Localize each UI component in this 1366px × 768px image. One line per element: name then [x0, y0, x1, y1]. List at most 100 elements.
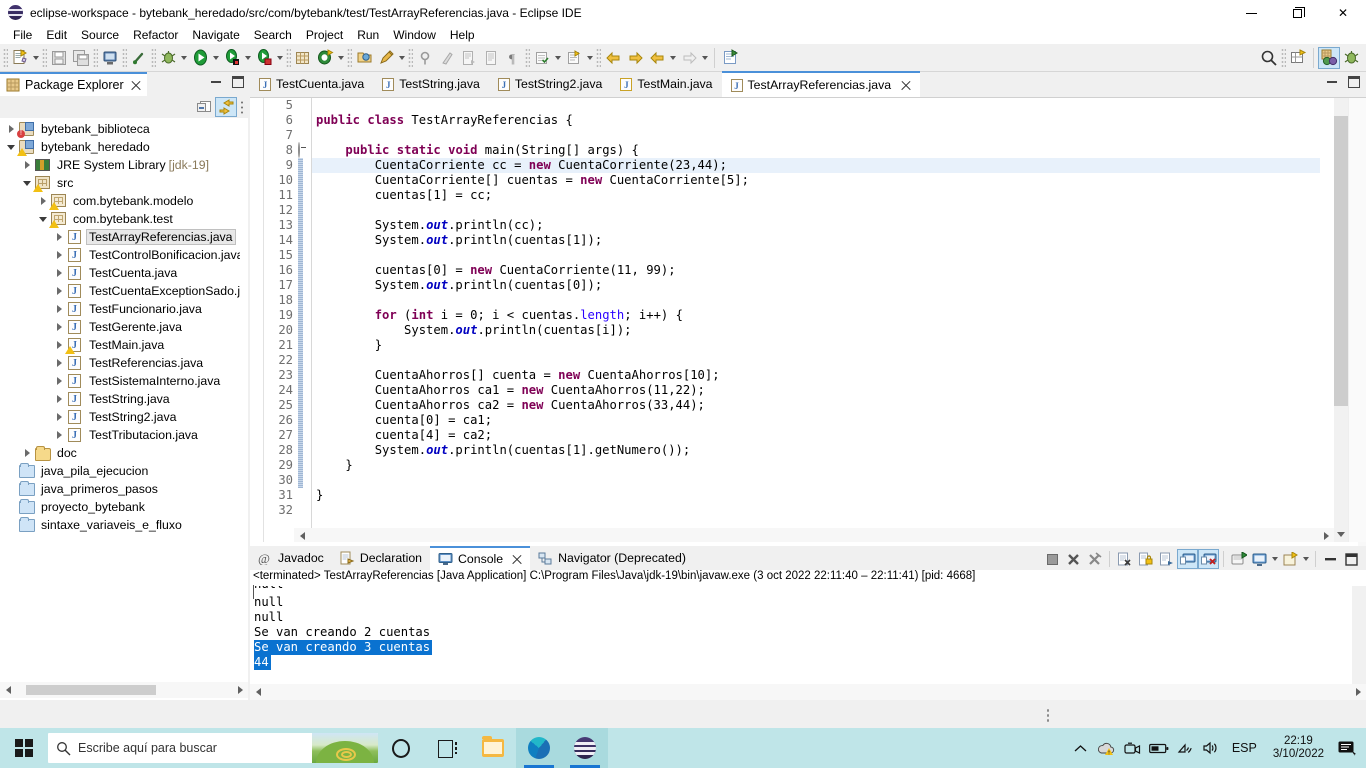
chevron-down-icon[interactable]: [4, 138, 18, 156]
editor-tab[interactable]: J TestArrayReferencias.java: [721, 71, 921, 97]
perspective-debug-icon[interactable]: [1340, 47, 1362, 69]
run-dropdown[interactable]: [211, 47, 221, 69]
menu-window[interactable]: Window: [386, 27, 443, 43]
code-line[interactable]: CuentaAhorros ca2 = new CuentaAhorros(33…: [312, 398, 1320, 413]
volume-icon[interactable]: [1198, 728, 1224, 768]
code-line[interactable]: [312, 503, 1320, 518]
tree-item[interactable]: J TestTributacion.java: [0, 426, 240, 444]
console-panel-tab[interactable]: Console: [430, 546, 531, 570]
cortana-icon[interactable]: [378, 728, 424, 768]
forward-icon[interactable]: [624, 47, 646, 69]
search-magnifier-icon[interactable]: [1258, 47, 1280, 69]
console-horizontal-scrollbar[interactable]: [250, 684, 1366, 700]
tree-item[interactable]: J TestCuenta.java: [0, 264, 240, 282]
new-perspective-icon[interactable]: [1287, 47, 1309, 69]
menu-search[interactable]: Search: [247, 27, 299, 43]
code-line[interactable]: System.out.println(cuentas[i]);: [312, 323, 1320, 338]
new-wizard-dropdown[interactable]: [31, 47, 41, 69]
console-panel-tab[interactable]: Navigator (Deprecated): [530, 546, 694, 570]
display-selected-console-icon-dropdown[interactable]: [1270, 557, 1280, 561]
collapse-all-icon[interactable]: [193, 97, 215, 117]
toolbar-drag-handle[interactable]: [3, 47, 8, 68]
code-line[interactable]: CuentaAhorros[] cuenta = new CuentaAhorr…: [312, 368, 1320, 383]
chevron-right-icon[interactable]: [52, 300, 66, 318]
panel-resize-grip[interactable]: [1046, 708, 1050, 722]
chevron-right-icon[interactable]: [52, 282, 66, 300]
editor-scroll-right-icon[interactable]: [1318, 528, 1334, 544]
console-panel-tab[interactable]: @ Javadoc: [250, 546, 332, 570]
close-icon[interactable]: [511, 554, 522, 565]
menu-navigate[interactable]: Navigate: [185, 27, 246, 43]
menu-project[interactable]: Project: [299, 27, 350, 43]
menu-run[interactable]: Run: [350, 27, 386, 43]
chevron-right-icon[interactable]: [4, 120, 18, 138]
chevron-right-icon[interactable]: [52, 228, 66, 246]
show-hidden-icons-icon[interactable]: [1068, 728, 1094, 768]
code-line[interactable]: cuenta[4] = ca2;: [312, 428, 1320, 443]
skip-breakpoints-icon[interactable]: [436, 47, 458, 69]
code-line[interactable]: [312, 473, 1320, 488]
code-line[interactable]: System.out.println(cc);: [312, 218, 1320, 233]
code-line[interactable]: [312, 98, 1320, 113]
console-line[interactable]: Se van creando 2 cuentas: [254, 625, 1352, 640]
show-console-on-error-icon[interactable]: [1198, 549, 1219, 569]
editor-tab[interactable]: J TestString2.java: [489, 71, 612, 97]
link-with-editor-icon[interactable]: [215, 97, 237, 117]
open-console-icon[interactable]: [1280, 549, 1301, 569]
tree-item[interactable]: com.bytebank.modelo: [0, 192, 240, 210]
console-line[interactable]: 44: [254, 655, 1352, 670]
tree-item[interactable]: J TestSistemaInterno.java: [0, 372, 240, 390]
console-scroll-left-icon[interactable]: [250, 684, 266, 700]
maximize-panel-icon[interactable]: [1341, 549, 1362, 569]
onedrive-warning-icon[interactable]: [1094, 728, 1120, 768]
code-line[interactable]: }: [312, 488, 1320, 503]
run-coverage-icon[interactable]: [221, 47, 243, 69]
next-annotation-icon[interactable]: [458, 47, 480, 69]
action-center-icon[interactable]: [1332, 728, 1362, 768]
code-line[interactable]: CuentaCorriente cc = new CuentaCorriente…: [312, 158, 1320, 173]
task-view-icon[interactable]: [424, 728, 470, 768]
meet-now-icon[interactable]: [1120, 728, 1146, 768]
wifi-icon[interactable]: [1172, 728, 1198, 768]
explorer-hscroll-track[interactable]: [16, 682, 232, 698]
tree-item[interactable]: J TestFuncionario.java: [0, 300, 240, 318]
chevron-right-icon[interactable]: [52, 336, 66, 354]
maximize-editor-icon[interactable]: [1348, 76, 1360, 88]
toggle-block-selection-icon[interactable]: [531, 47, 553, 69]
run-coverage-dropdown[interactable]: [243, 47, 253, 69]
console-scroll-right-icon[interactable]: [1350, 684, 1366, 700]
code-line[interactable]: cuentas[1] = cc;: [312, 188, 1320, 203]
previous-edit-dropdown[interactable]: [668, 47, 678, 69]
code-line[interactable]: for (int i = 0; i < cuentas.length; i++)…: [312, 308, 1320, 323]
open-console-icon-dropdown[interactable]: [1301, 557, 1311, 561]
pin-console-icon[interactable]: [1228, 549, 1249, 569]
project-tree[interactable]: ! bytebank_biblioteca bytebank_heredado JRE…: [0, 118, 240, 680]
tree-item[interactable]: com.bytebank.test: [0, 210, 240, 228]
explorer-horizontal-scrollbar[interactable]: [0, 682, 248, 698]
new-java-class-icon[interactable]: [314, 47, 336, 69]
minimize-editor-icon[interactable]: [1326, 76, 1338, 88]
previous-edit-icon[interactable]: [646, 47, 668, 69]
code-line[interactable]: System.out.println(cuentas[1]);: [312, 233, 1320, 248]
tree-item[interactable]: proyecto_bytebank: [0, 498, 240, 516]
close-icon[interactable]: [900, 80, 911, 91]
search-tool-icon[interactable]: [375, 47, 397, 69]
chevron-right-icon[interactable]: [52, 372, 66, 390]
chevron-right-icon[interactable]: [52, 246, 66, 264]
last-edit-icon[interactable]: [414, 47, 436, 69]
code-line[interactable]: [312, 353, 1320, 368]
console-line[interactable]: null: [254, 595, 1352, 610]
tree-item[interactable]: J TestControlBonificacion.java: [0, 246, 240, 264]
chevron-right-icon[interactable]: [52, 318, 66, 336]
tree-item[interactable]: J TestReferencias.java: [0, 354, 240, 372]
maximize-panel-icon[interactable]: [232, 76, 244, 88]
chevron-right-icon[interactable]: [52, 390, 66, 408]
code-line[interactable]: public class TestArrayReferencias {: [312, 113, 1320, 128]
start-button[interactable]: [0, 728, 48, 768]
block-selection-dropdown[interactable]: [553, 47, 563, 69]
code-area[interactable]: 5 6 7 8 9 10 11 12 13 14 15 16 17 18 19 20 21 22 23 24 25 26 2…: [250, 98, 1366, 542]
editor-marker-gutter[interactable]: [250, 98, 264, 542]
new-java-package-icon[interactable]: [292, 47, 314, 69]
menu-edit[interactable]: Edit: [39, 27, 74, 43]
new-java-class-dropdown[interactable]: [336, 47, 346, 69]
